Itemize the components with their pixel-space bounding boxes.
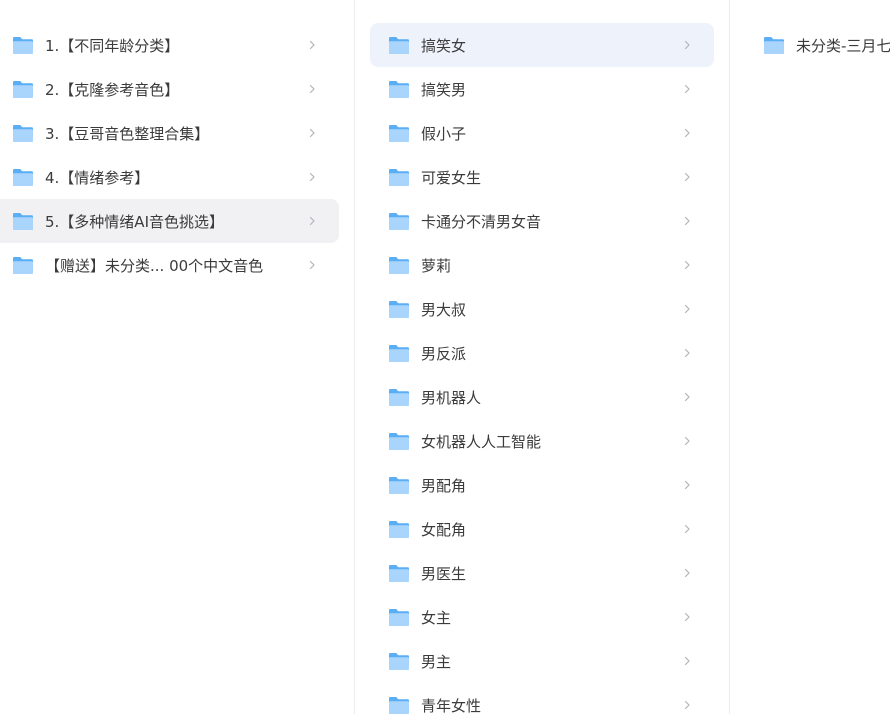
folder-label: 男医生 xyxy=(421,564,467,583)
folder-item[interactable]: 男配角 xyxy=(370,463,714,507)
folder-icon xyxy=(389,256,409,274)
folder-label: 女主 xyxy=(421,608,452,627)
folder-item[interactable]: 男反派 xyxy=(370,331,714,375)
folder-icon xyxy=(389,212,409,230)
folder-icon xyxy=(389,36,409,54)
folder-item[interactable]: 未分类-三月七 xyxy=(730,23,890,67)
folder-icon xyxy=(389,388,409,406)
folder-icon xyxy=(389,80,409,98)
chevron-right-icon xyxy=(684,568,690,578)
folder-icon xyxy=(389,344,409,362)
chevron-right-icon xyxy=(684,40,690,50)
folder-item[interactable]: 男大叔 xyxy=(370,287,714,331)
chevron-right-icon xyxy=(684,304,690,314)
folder-item[interactable]: 4.【情绪参考】 xyxy=(0,155,339,199)
folder-item[interactable]: 男机器人 xyxy=(370,375,714,419)
folder-label: 男机器人 xyxy=(421,388,482,407)
folder-label: 男大叔 xyxy=(421,300,467,319)
folder-label: 青年女性 xyxy=(421,696,482,714)
chevron-right-icon xyxy=(309,40,315,50)
chevron-right-icon xyxy=(684,524,690,534)
folder-icon xyxy=(389,564,409,582)
chevron-right-icon xyxy=(684,436,690,446)
folder-icon xyxy=(389,652,409,670)
chevron-right-icon xyxy=(684,656,690,666)
folder-label: 5.【多种情绪AI音色挑选】 xyxy=(45,212,224,231)
folder-icon xyxy=(13,124,33,142)
folder-icon xyxy=(389,300,409,318)
folder-icon xyxy=(389,608,409,626)
folder-icon xyxy=(13,256,33,274)
folder-icon xyxy=(389,696,409,714)
chevron-right-icon xyxy=(684,216,690,226)
folder-item[interactable]: 1.【不同年龄分类】 xyxy=(0,23,339,67)
folder-icon xyxy=(389,520,409,538)
chevron-right-icon xyxy=(684,260,690,270)
folder-item[interactable]: 女主 xyxy=(370,595,714,639)
folder-icon xyxy=(389,124,409,142)
folder-column-2[interactable]: 搞笑女 搞笑男 假小子 可爱女生 卡通分不清男女音 萝莉 男大叔 男反派 男机器… xyxy=(355,0,729,714)
chevron-right-icon xyxy=(684,392,690,402)
folder-label: 可爱女生 xyxy=(421,168,482,187)
chevron-right-icon xyxy=(309,172,315,182)
folder-label: 搞笑女 xyxy=(421,36,467,55)
folder-item[interactable]: 女机器人人工智能 xyxy=(370,419,714,463)
folder-item[interactable]: 男主 xyxy=(370,639,714,683)
folder-item[interactable]: 搞笑女 xyxy=(370,23,714,67)
folder-label: 未分类-三月七 xyxy=(796,36,890,55)
folder-column-1[interactable]: 1.【不同年龄分类】 2.【克隆参考音色】 3.【豆哥音色整理合集】 4.【情绪… xyxy=(0,0,354,714)
folder-icon xyxy=(389,432,409,450)
folder-icon xyxy=(13,36,33,54)
folder-item[interactable]: 2.【克隆参考音色】 xyxy=(0,67,339,111)
chevron-right-icon xyxy=(684,348,690,358)
folder-label: 2.【克隆参考音色】 xyxy=(45,80,180,99)
folder-label: 女配角 xyxy=(421,520,467,539)
chevron-right-icon xyxy=(684,612,690,622)
folder-list-2: 搞笑女 搞笑男 假小子 可爱女生 卡通分不清男女音 萝莉 男大叔 男反派 男机器… xyxy=(355,23,729,714)
folder-label: 男配角 xyxy=(421,476,467,495)
folder-list-1: 1.【不同年龄分类】 2.【克隆参考音色】 3.【豆哥音色整理合集】 4.【情绪… xyxy=(0,23,354,287)
folder-icon xyxy=(764,36,784,54)
folder-item[interactable]: 假小子 xyxy=(370,111,714,155)
folder-item[interactable]: 萝莉 xyxy=(370,243,714,287)
folder-icon xyxy=(13,80,33,98)
folder-icon xyxy=(13,168,33,186)
folder-label: 搞笑男 xyxy=(421,80,467,99)
folder-icon xyxy=(13,212,33,230)
chevron-right-icon xyxy=(684,84,690,94)
folder-label: 1.【不同年龄分类】 xyxy=(45,36,180,55)
folder-item[interactable]: 青年女性 xyxy=(370,683,714,714)
folder-item[interactable]: 搞笑男 xyxy=(370,67,714,111)
folder-label: 4.【情绪参考】 xyxy=(45,168,150,187)
folder-item[interactable]: 5.【多种情绪AI音色挑选】 xyxy=(0,199,339,243)
folder-label: 卡通分不清男女音 xyxy=(421,212,542,231)
chevron-right-icon xyxy=(684,700,690,710)
folder-icon xyxy=(389,168,409,186)
folder-item[interactable]: 女配角 xyxy=(370,507,714,551)
folder-label: 男主 xyxy=(421,652,452,671)
folder-item[interactable]: 可爱女生 xyxy=(370,155,714,199)
folder-item[interactable]: 【赠送】未分类... 00个中文音色 xyxy=(0,243,339,287)
folder-item[interactable]: 男医生 xyxy=(370,551,714,595)
folder-label: 男反派 xyxy=(421,344,467,363)
folder-icon xyxy=(389,476,409,494)
chevron-right-icon xyxy=(309,84,315,94)
chevron-right-icon xyxy=(309,216,315,226)
chevron-right-icon xyxy=(309,260,315,270)
chevron-right-icon xyxy=(309,128,315,138)
folder-label: 女机器人人工智能 xyxy=(421,432,542,451)
folder-browser: 1.【不同年龄分类】 2.【克隆参考音色】 3.【豆哥音色整理合集】 4.【情绪… xyxy=(0,0,890,714)
chevron-right-icon xyxy=(684,172,690,182)
folder-label: 假小子 xyxy=(421,124,467,143)
folder-list-3: 未分类-三月七 xyxy=(730,23,890,67)
chevron-right-icon xyxy=(684,128,690,138)
folder-label: 萝莉 xyxy=(421,256,452,275)
chevron-right-icon xyxy=(684,480,690,490)
folder-label: 3.【豆哥音色整理合集】 xyxy=(45,124,210,143)
folder-column-3[interactable]: 未分类-三月七 xyxy=(730,0,890,714)
folder-item[interactable]: 卡通分不清男女音 xyxy=(370,199,714,243)
folder-label: 【赠送】未分类... 00个中文音色 xyxy=(45,256,264,275)
folder-item[interactable]: 3.【豆哥音色整理合集】 xyxy=(0,111,339,155)
